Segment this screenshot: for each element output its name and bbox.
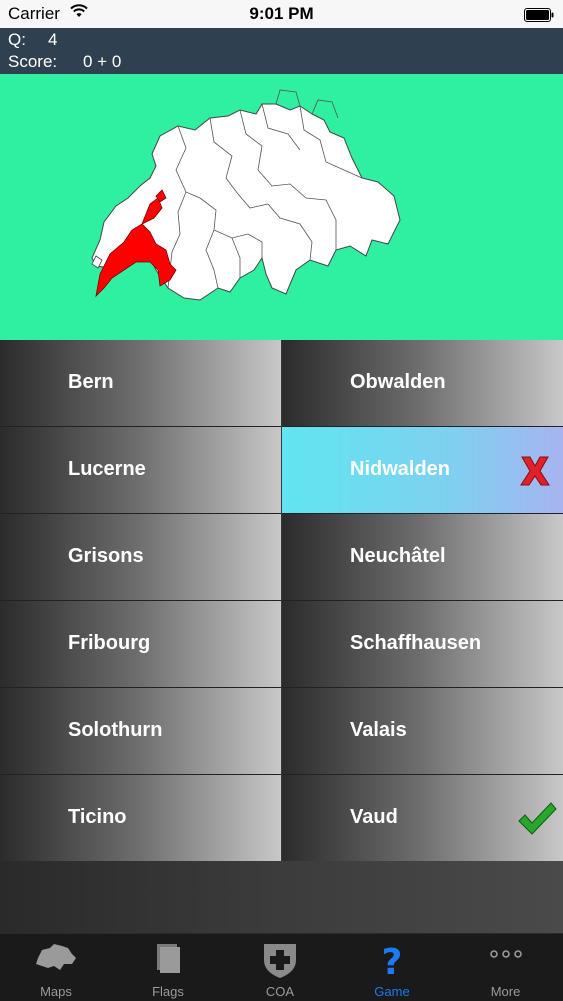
answer-label: Nidwalden — [350, 458, 451, 480]
answer-button-schaffhausen[interactable]: Schaffhausen — [282, 601, 563, 688]
answer-button-fribourg[interactable]: Fribourg — [0, 601, 281, 688]
answer-button-neuchatel[interactable]: Neuchâtel — [282, 514, 563, 601]
answer-label: Ticino — [68, 806, 127, 828]
score-row: Score: 0 + 0 — [8, 52, 121, 72]
tab-maps[interactable]: Maps — [0, 934, 112, 1001]
score-value: 0 + 0 — [83, 52, 122, 71]
answer-label: Lucerne — [68, 458, 146, 480]
battery-icon — [524, 7, 554, 22]
question-row: Q: 4 — [8, 30, 57, 50]
status-time: 9:01 PM — [249, 4, 314, 23]
answer-button-grisons[interactable]: Grisons — [0, 514, 281, 601]
status-bar: Carrier 9:01 PM — [0, 0, 563, 28]
answer-label: Solothurn — [68, 719, 163, 741]
empty-area — [0, 861, 563, 933]
question-number: 4 — [48, 30, 58, 49]
more-dots-icon — [448, 940, 563, 980]
answer-button-ticino[interactable]: Ticino — [0, 775, 281, 862]
answers-grid: Bern Lucerne Grisons Fribourg Solothurn … — [0, 340, 563, 862]
tab-label: COA — [265, 984, 295, 999]
tab-more[interactable]: More — [448, 934, 563, 1001]
switzerland-map — [91, 89, 401, 301]
score-bar: Q: 4 Score: 0 + 0 — [0, 28, 563, 74]
flags-icon — [112, 940, 224, 980]
answer-button-lucerne[interactable]: Lucerne — [0, 427, 281, 514]
tab-label: More — [490, 984, 521, 999]
coat-of-arms-icon — [224, 940, 336, 980]
tab-label: Flags — [152, 984, 184, 999]
answer-label: Bern — [68, 371, 114, 393]
answer-button-nidwalden[interactable]: Nidwalden — [282, 427, 563, 514]
tab-label: Game — [374, 984, 410, 999]
tab-bar: Maps Flags COA ? Game More — [0, 933, 563, 1001]
tab-label: Maps — [40, 984, 72, 999]
map-area — [0, 74, 563, 340]
switzerland-map-icon — [0, 940, 112, 980]
answer-button-solothurn[interactable]: Solothurn — [0, 688, 281, 775]
correct-check-icon — [517, 801, 557, 837]
answer-button-valais[interactable]: Valais — [282, 688, 563, 775]
answer-label: Vaud — [350, 806, 398, 828]
answer-button-vaud[interactable]: Vaud — [282, 775, 563, 862]
answer-button-obwalden[interactable]: Obwalden — [282, 340, 563, 427]
answer-label: Fribourg — [68, 632, 151, 654]
question-mark-icon: ? — [336, 940, 448, 983]
answer-label: Obwalden — [350, 371, 446, 393]
answer-button-bern[interactable]: Bern — [0, 340, 281, 427]
answer-label: Neuchâtel — [350, 545, 446, 567]
score-label: Score: — [8, 52, 58, 71]
answer-label: Valais — [350, 719, 407, 741]
answer-label: Schaffhausen — [350, 632, 482, 654]
svg-text:?: ? — [382, 942, 403, 980]
tab-game[interactable]: ? Game — [336, 934, 448, 1001]
tab-flags[interactable]: Flags — [112, 934, 224, 1001]
question-label: Q: — [8, 30, 26, 49]
tab-coa[interactable]: COA — [224, 934, 336, 1001]
wrong-x-icon — [517, 453, 553, 489]
answer-label: Grisons — [68, 545, 144, 567]
